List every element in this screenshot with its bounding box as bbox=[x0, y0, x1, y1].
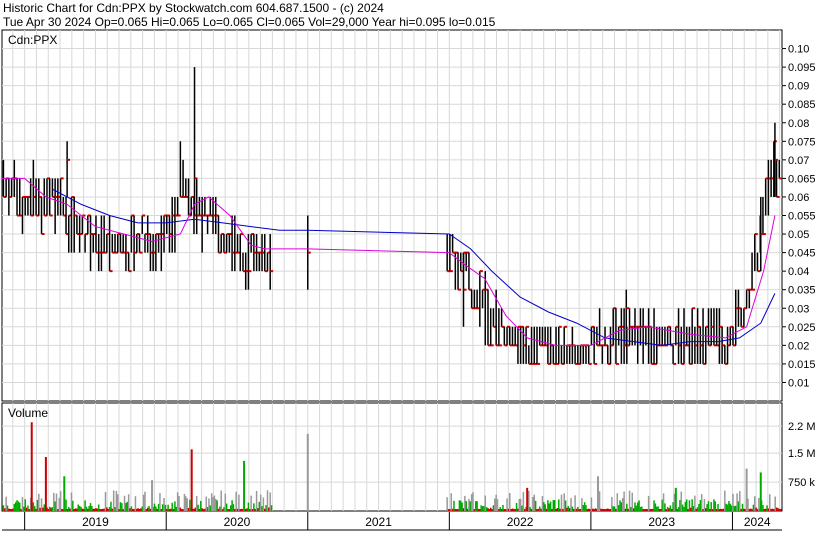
volume-bars bbox=[2, 422, 782, 511]
price-y-tick-label: 0.025 bbox=[788, 322, 816, 334]
volume-y-axis: 2.2 M 1.5 M 750 k bbox=[788, 421, 816, 489]
year-label: 2024 bbox=[744, 515, 771, 529]
price-y-tick-label: 0.04 bbox=[788, 266, 809, 278]
price-y-tick-label: 0.01 bbox=[788, 377, 809, 389]
volume-y-tick-label: 1.5 M bbox=[788, 448, 816, 460]
price-y-tick-label: 0.08 bbox=[788, 118, 809, 130]
price-y-tick-label: 0.03 bbox=[788, 303, 809, 315]
price-y-tick-label: 0.015 bbox=[788, 359, 816, 371]
price-y-tick-label: 0.035 bbox=[788, 285, 816, 297]
price-y-tick-label: 0.085 bbox=[788, 99, 816, 111]
price-y-tick-label: 0.095 bbox=[788, 62, 816, 74]
price-y-tick-label: 0.05 bbox=[788, 229, 809, 241]
price-y-tick-label: 0.075 bbox=[788, 136, 816, 148]
price-panel: 0.10 0.095 0.09 0.085 0.08 0.075 0.07 0.065 0.06… bbox=[1, 29, 816, 402]
volume-panel-title: Volume bbox=[8, 406, 48, 420]
price-y-tick-label: 0.02 bbox=[788, 340, 809, 352]
year-label: 2023 bbox=[648, 515, 675, 529]
year-label: 2022 bbox=[507, 515, 534, 529]
price-y-tick-label: 0.055 bbox=[788, 211, 816, 223]
volume-y-tick-label: 750 k bbox=[788, 477, 815, 489]
volume-panel: 2.2 M 1.5 M 750 k Volume bbox=[1, 402, 816, 512]
volume-grid bbox=[2, 403, 782, 511]
moving-average-short-line bbox=[2, 177, 776, 346]
price-y-tick-label: 0.09 bbox=[788, 81, 809, 93]
price-y-axis: 0.10 0.095 0.09 0.085 0.08 0.075 0.07 0.065 0.06… bbox=[782, 44, 816, 389]
year-label: 2021 bbox=[365, 515, 392, 529]
price-y-tick-label: 0.06 bbox=[788, 192, 809, 204]
stock-chart: 0.10 0.095 0.09 0.085 0.08 0.075 0.07 0.065 0.06… bbox=[1, 29, 816, 531]
date-axis: 2019 2020 2021 2022 2023 2024 bbox=[2, 512, 782, 531]
price-y-tick-label: 0.065 bbox=[788, 173, 816, 185]
price-panel-title: Cdn:PPX bbox=[8, 33, 57, 47]
price-y-tick-label: 0.07 bbox=[788, 155, 809, 167]
year-label: 2020 bbox=[224, 515, 251, 529]
price-y-tick-label: 0.045 bbox=[788, 248, 816, 260]
year-label: 2019 bbox=[82, 515, 109, 529]
price-y-tick-label: 0.10 bbox=[788, 44, 809, 56]
volume-y-tick-label: 2.2 M bbox=[788, 421, 816, 433]
